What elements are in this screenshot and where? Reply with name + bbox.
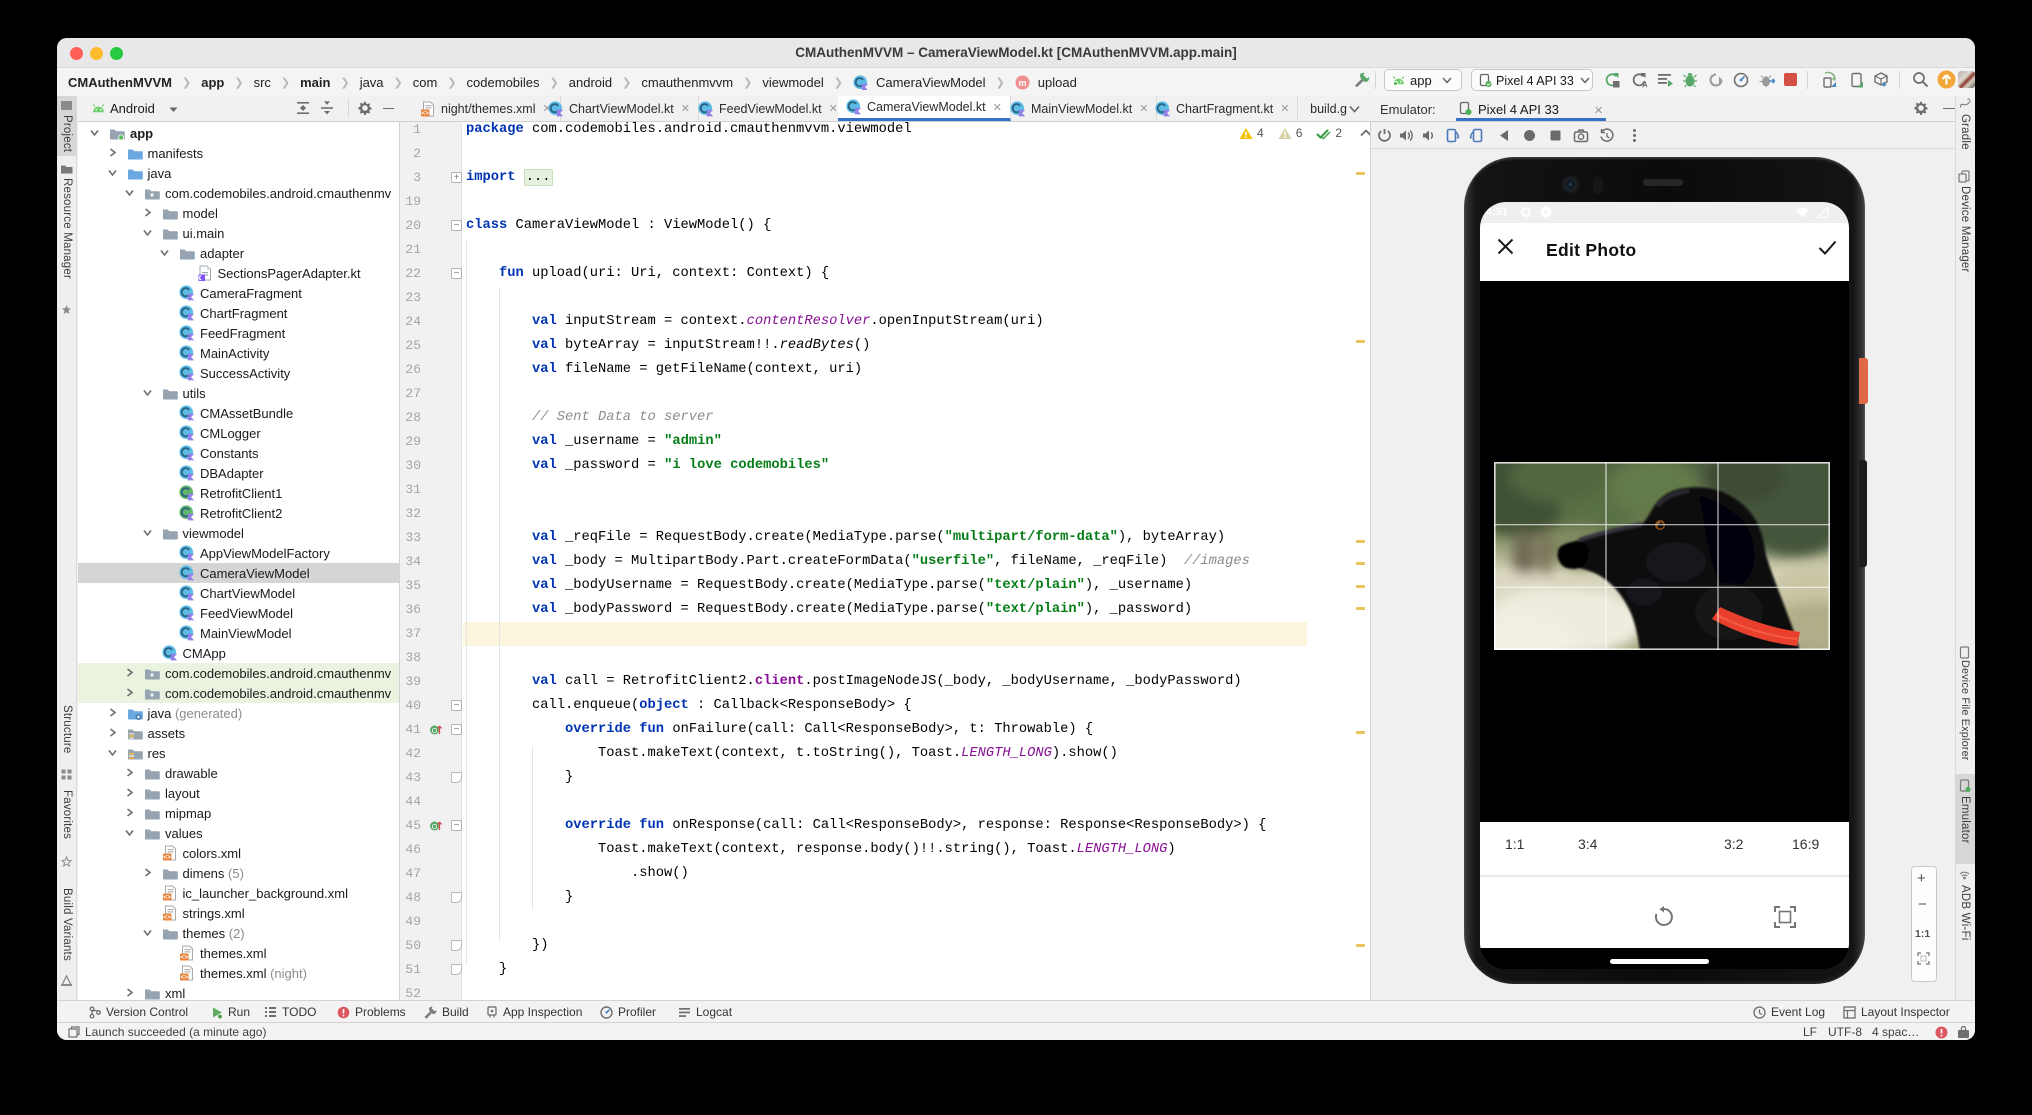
svg-text:O: O bbox=[432, 824, 438, 831]
svg-text:<>: <> bbox=[163, 914, 171, 921]
svg-text:<>: <> bbox=[180, 974, 188, 981]
svg-text:A: A bbox=[1642, 81, 1647, 89]
svg-text:O: O bbox=[432, 728, 438, 735]
svg-text:<>: <> bbox=[163, 894, 171, 901]
svg-text:m: m bbox=[1018, 78, 1026, 88]
svg-text:<>: <> bbox=[421, 110, 429, 117]
svg-text:<>: <> bbox=[163, 854, 171, 861]
svg-text:<>: <> bbox=[180, 954, 188, 961]
